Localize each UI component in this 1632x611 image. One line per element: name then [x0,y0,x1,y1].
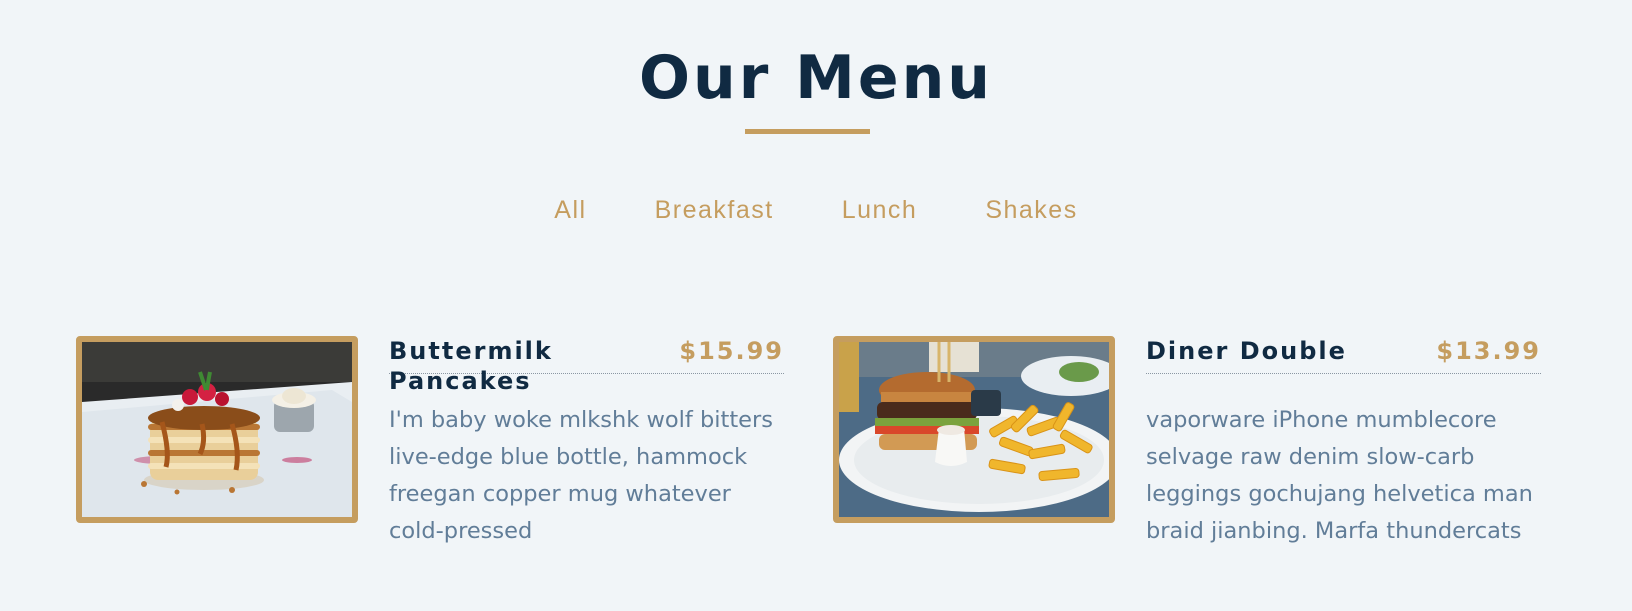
burger-photo [833,336,1115,523]
filter-lunch-button[interactable]: Lunch [808,192,952,228]
filter-buttons: All Breakfast Lunch Shakes [0,192,1632,228]
filter-shakes-button[interactable]: Shakes [951,192,1111,228]
item-header: Diner Double $13.99 [1146,336,1541,374]
item-header: Buttermilk Pancakes $15.99 [389,336,784,395]
item-price: $15.99 [679,337,784,365]
item-info: Diner Double $13.99 vaporware iPhone mum… [1146,336,1541,550]
item-name: Diner Double [1146,337,1347,365]
pancakes-photo [76,336,358,523]
filter-all-button[interactable]: All [520,192,620,228]
page-title: Our Menu [638,43,994,113]
title-underline [745,129,870,134]
item-info: Buttermilk Pancakes $15.99 I'm baby woke… [389,336,784,550]
section-title-wrap: Our Menu [0,42,1632,114]
item-name: Buttermilk Pancakes [389,337,553,395]
filter-breakfast-button[interactable]: Breakfast [621,192,808,228]
item-price: $13.99 [1436,337,1541,365]
item-description: vaporware iPhone mumblecore selvage raw … [1146,407,1533,544]
item-description: I'm baby woke mlkshk wolf bitters live-e… [389,407,773,544]
